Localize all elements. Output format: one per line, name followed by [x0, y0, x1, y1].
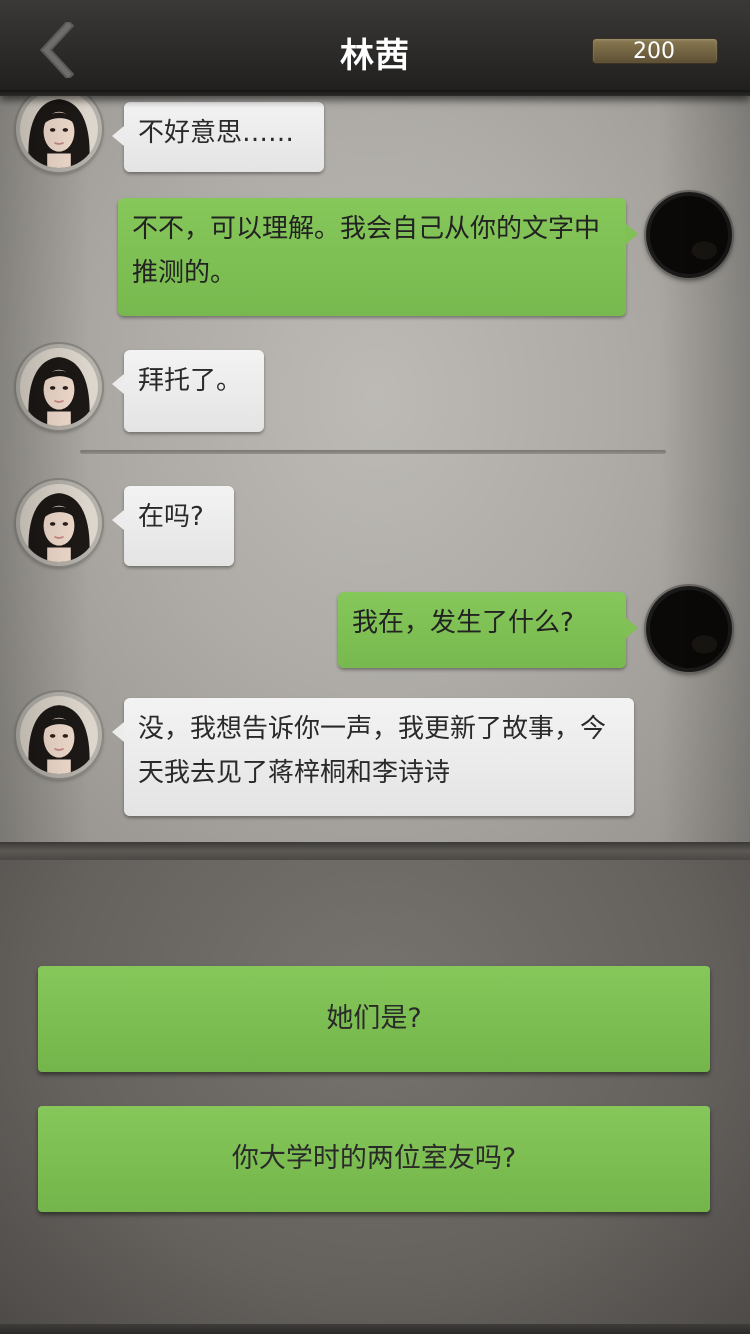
- message-bubble-incoming: 没，我想告诉你一声，我更新了故事，今天我去见了蒋梓桐和李诗诗: [112, 698, 634, 816]
- girl-portrait-icon: [20, 484, 98, 562]
- contact-avatar[interactable]: [16, 96, 102, 172]
- message-text: 不好意思……: [138, 118, 295, 148]
- message-text: 没，我想告诉你一声，我更新了故事，今天我去见了蒋梓桐和李诗诗: [138, 714, 607, 788]
- message-text: 拜托了。: [138, 366, 243, 396]
- message-text: 在吗?: [138, 502, 204, 532]
- message-text: 不不，可以理解。我会自己从你的文字中推测的。: [132, 214, 601, 288]
- girl-portrait-icon: [20, 696, 98, 774]
- self-avatar[interactable]: [646, 192, 732, 278]
- coin-counter: 200: [592, 38, 718, 64]
- session-divider: [80, 450, 666, 454]
- contact-avatar[interactable]: [16, 480, 102, 566]
- message-bubble-incoming: 拜托了。: [112, 350, 264, 432]
- chat-panel-edge: [0, 842, 750, 860]
- message-bubble-outgoing: 我在，发生了什么?: [338, 592, 638, 668]
- girl-portrait-icon: [20, 348, 98, 426]
- reply-option-button[interactable]: 她们是?: [38, 966, 710, 1072]
- reply-option-button[interactable]: 你大学时的两位室友吗?: [38, 1106, 710, 1212]
- reply-options-panel: 她们是? 你大学时的两位室友吗?: [0, 860, 750, 1334]
- girl-portrait-icon: [20, 96, 98, 168]
- top-bar: 林茜 200: [0, 0, 750, 96]
- dark-avatar-icon: [650, 590, 728, 668]
- contact-avatar[interactable]: [16, 692, 102, 778]
- contact-avatar[interactable]: [16, 344, 102, 430]
- bottom-edge: [0, 1324, 750, 1334]
- message-bubble-outgoing: 不不，可以理解。我会自己从你的文字中推测的。: [118, 198, 638, 316]
- message-bubble-incoming: 不好意思……: [112, 102, 324, 172]
- self-avatar[interactable]: [646, 586, 732, 672]
- dark-avatar-icon: [650, 196, 728, 274]
- message-bubble-incoming: 在吗?: [112, 486, 234, 566]
- message-text: 我在，发生了什么?: [352, 608, 574, 638]
- chat-area[interactable]: 不好意思…… 不不，可以理解。我会自己从你的文字中推测的。 拜托了。 在吗? 我…: [0, 96, 750, 852]
